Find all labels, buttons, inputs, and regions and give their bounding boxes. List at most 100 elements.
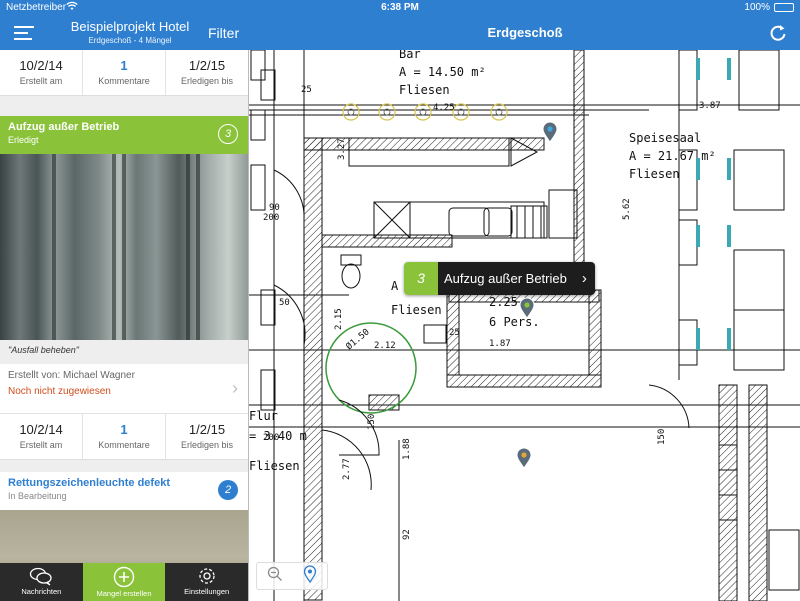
plan-dimension: 3.87 xyxy=(699,101,721,111)
tab-label: Einstellungen xyxy=(184,587,230,596)
battery-icon xyxy=(774,3,794,12)
stat-label: Erledigen bis xyxy=(180,440,234,450)
created-by: Erstellt von: Michael Wagner xyxy=(8,370,135,381)
stat-value: 10/2/14 xyxy=(19,58,63,73)
plan-dimension: 200 xyxy=(263,433,279,443)
defect-stats-row: 10/2/14 Erstellt am 1 Kommentare 1/2/15 … xyxy=(0,414,248,460)
plan-dimension: 90 xyxy=(269,203,280,213)
plan-title: Erdgeschoß xyxy=(487,25,563,40)
stat-label: Erstellt am xyxy=(19,76,63,86)
location-pin-icon[interactable] xyxy=(303,564,317,588)
defect-description: "Ausfall beheben" xyxy=(0,340,248,364)
defect-assignment-row[interactable]: Erstellt von: Michael Wagner Noch nicht … xyxy=(0,364,248,414)
stat-value: 1/2/15 xyxy=(188,58,226,73)
defect-status: In Bearbeitung xyxy=(8,491,67,501)
defect-title: Aufzug außer Betrieb xyxy=(8,121,120,133)
plan-dimension: 25 xyxy=(449,328,460,338)
map-pin-icon[interactable] xyxy=(542,121,558,143)
gear-icon xyxy=(199,568,215,584)
defect-number-badge: 3 xyxy=(218,124,238,144)
plan-room-name: Flur xyxy=(249,409,278,423)
top-stats-row: 10/2/14 Erstellt am 1 Kommentare 1/2/15 … xyxy=(0,50,248,96)
plan-elevator-size: 2.25 xyxy=(489,295,518,309)
defect-photo[interactable] xyxy=(0,510,248,563)
map-pin-icon[interactable] xyxy=(516,447,532,469)
defect-callout[interactable]: 3 Aufzug außer Betrieb › xyxy=(404,262,595,295)
defect-card-header[interactable]: Rettungszeichenleuchte defekt In Bearbei… xyxy=(0,472,248,510)
stat-due: 1/2/15 Erledigen bis xyxy=(166,50,248,95)
divider xyxy=(0,96,248,116)
chevron-right-icon: › xyxy=(581,270,587,287)
filter-button[interactable]: Filter xyxy=(208,25,239,41)
plan-dimension: 1.88 xyxy=(402,438,412,460)
defect-photo[interactable] xyxy=(0,154,248,340)
tab-create-defect[interactable]: Mangel erstellen xyxy=(82,563,166,601)
plan-dimension: 25 xyxy=(301,85,312,95)
plan-dimension: 1.87 xyxy=(489,339,511,349)
plan-dimension: Ø1.50 xyxy=(344,326,372,352)
stat-value: 1 xyxy=(120,58,128,73)
plan-room-area: A = 21.67 m² xyxy=(629,149,716,163)
callout-number: 3 xyxy=(404,262,438,295)
battery-label: 100% xyxy=(744,2,770,13)
stat-label: Kommentare xyxy=(98,440,150,450)
defect-number-badge: 2 xyxy=(218,480,238,500)
stat-value: 1 xyxy=(120,422,128,437)
divider xyxy=(0,460,248,472)
defect-card-header[interactable]: Aufzug außer Betrieb Erledigt 3 xyxy=(0,116,248,154)
project-subtitle: Erdgeschoß - 4 Mängel xyxy=(88,36,172,45)
callout-title: Aufzug außer Betrieb xyxy=(444,271,567,286)
assignment-status: Noch nicht zugewiesen xyxy=(8,386,111,397)
callout-body: Aufzug außer Betrieb › xyxy=(438,262,595,295)
battery-indicator: 100% xyxy=(744,2,794,13)
map-controls xyxy=(256,562,328,590)
map-pin-icon[interactable] xyxy=(519,297,535,319)
plan-dimension: 50 xyxy=(279,298,290,308)
defect-list-panel[interactable]: 10/2/14 Erstellt am 1 Kommentare 1/2/15 … xyxy=(0,50,248,563)
plan-room-floor: Fliesen xyxy=(399,83,450,97)
tab-messages[interactable]: Nachrichten xyxy=(0,563,83,601)
stat-label: Erledigen bis xyxy=(180,76,234,86)
zoom-out-icon[interactable] xyxy=(267,566,283,587)
stat-comments[interactable]: 1 Kommentare xyxy=(83,414,166,459)
navigation-bar: Beispielprojekt Hotel Erdgeschoß - 4 Män… xyxy=(0,16,800,50)
plan-room-name: Bar xyxy=(399,50,421,61)
plan-dimension: 5.62 xyxy=(622,198,632,220)
plan-dimension: 150 xyxy=(657,429,667,445)
plan-room-floor: Fliesen xyxy=(629,167,680,181)
status-bar: Netzbetreiber 6:38 PM 100% xyxy=(0,0,800,16)
stat-value: 10/2/14 xyxy=(19,422,63,437)
stat-due: 1/2/15 Erledigen bis xyxy=(166,414,248,459)
refresh-icon[interactable] xyxy=(768,23,788,43)
plan-dimension: 200 xyxy=(263,213,279,223)
plan-dimension: 2.15 xyxy=(334,308,344,330)
plan-room-area: A xyxy=(391,279,399,293)
floor-plan-view[interactable]: Bar A = 14.50 m² Fliesen Speisesaal A = … xyxy=(248,50,800,601)
stat-created: 10/2/14 Erstellt am xyxy=(0,50,83,95)
stat-created: 10/2/14 Erstellt am xyxy=(0,414,83,459)
defect-title: Rettungszeichenleuchte defekt xyxy=(8,477,170,489)
plan-room-floor: Fliesen xyxy=(391,303,442,317)
plan-dimension: 4.25 xyxy=(433,103,455,113)
stat-value: 1/2/15 xyxy=(188,422,226,437)
plus-circle-icon xyxy=(113,566,135,588)
plan-room-floor: Fliesen xyxy=(249,459,300,473)
plan-dimension: 150 xyxy=(367,414,377,430)
plan-dimension: 92 xyxy=(402,529,412,540)
plan-room-area: A = 14.50 m² xyxy=(399,65,486,79)
defect-status: Erledigt xyxy=(8,135,39,145)
project-title[interactable]: Beispielprojekt Hotel xyxy=(60,19,200,34)
clock: 6:38 PM xyxy=(381,2,419,13)
chevron-right-icon: › xyxy=(232,378,238,398)
stat-label: Erstellt am xyxy=(19,440,63,450)
plan-room-name: Speisesaal xyxy=(629,131,701,145)
stat-label: Kommentare xyxy=(98,76,150,86)
tab-settings[interactable]: Einstellungen xyxy=(165,563,248,601)
plan-dimension: 2.12 xyxy=(374,341,396,351)
stat-comments[interactable]: 1 Kommentare xyxy=(83,50,166,95)
menu-icon[interactable] xyxy=(14,26,36,40)
chat-bubbles-icon xyxy=(30,567,52,586)
tab-label: Mangel erstellen xyxy=(96,589,152,598)
bottom-tab-bar: Nachrichten Mangel erstellen Einstellung… xyxy=(0,563,248,601)
floor-plan-drawing: Bar A = 14.50 m² Fliesen Speisesaal A = … xyxy=(249,50,800,601)
